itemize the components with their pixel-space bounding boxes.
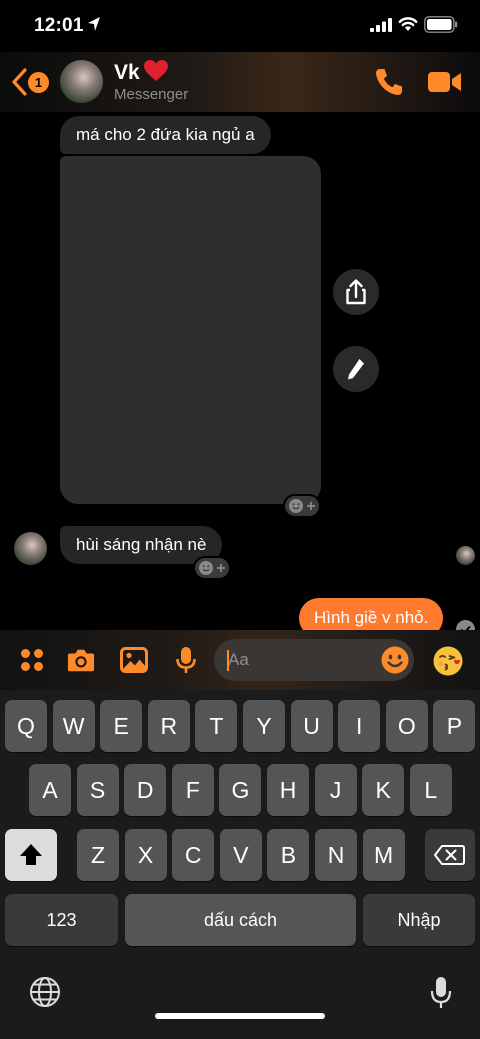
sender-avatar — [14, 532, 47, 565]
key-d[interactable]: D — [124, 764, 167, 816]
location-arrow-icon — [88, 17, 100, 31]
on-screen-keyboard: QWERTYUIOP ASDFGHJKL ZXCVBNM 123 dấu các… — [0, 690, 480, 1039]
message-list[interactable]: má cho 2 đứa kia ngủ a hùi sáng nhận nè — [0, 112, 480, 630]
key-t[interactable]: T — [195, 700, 238, 752]
photo-attachment[interactable] — [60, 156, 321, 504]
contact-avatar[interactable] — [60, 60, 103, 103]
key-s[interactable]: S — [76, 764, 119, 816]
pencil-icon — [348, 359, 364, 380]
seen-receipt-avatar — [456, 546, 475, 565]
share-button[interactable] — [333, 269, 379, 315]
key-h[interactable]: H — [267, 764, 309, 816]
battery-icon — [424, 16, 458, 33]
key-o[interactable]: O — [385, 700, 428, 752]
cellular-signal-icon — [370, 18, 392, 32]
key-e[interactable]: E — [100, 700, 143, 752]
message-input[interactable] — [228, 639, 378, 681]
key-a[interactable]: A — [29, 764, 71, 816]
key-k[interactable]: K — [362, 764, 405, 816]
sent-check-icon — [456, 620, 475, 630]
add-reaction-button[interactable] — [283, 494, 321, 518]
message-composer — [0, 630, 480, 690]
kiss-emoji-icon[interactable] — [432, 645, 464, 677]
key-p[interactable]: P — [433, 700, 476, 752]
numbers-key[interactable]: 123 — [5, 894, 118, 946]
red-heart-icon — [144, 60, 168, 81]
backspace-icon — [434, 845, 465, 865]
emoji-icon[interactable] — [380, 645, 410, 675]
space-key[interactable]: dấu cách — [125, 894, 356, 946]
key-f[interactable]: F — [171, 764, 214, 816]
outgoing-message[interactable]: Hình giề v nhỏ. — [299, 598, 444, 630]
incoming-message[interactable]: má cho 2 đứa kia ngủ a — [60, 116, 271, 154]
key-v[interactable]: V — [219, 829, 262, 881]
key-q[interactable]: Q — [5, 700, 47, 752]
key-c[interactable]: C — [172, 829, 215, 881]
message-input-container[interactable] — [214, 639, 414, 681]
edit-button[interactable] — [333, 346, 379, 392]
key-w[interactable]: W — [52, 700, 95, 752]
chevron-left-icon — [12, 68, 27, 96]
key-z[interactable]: Z — [77, 829, 119, 881]
key-m[interactable]: M — [362, 829, 405, 881]
text-caret — [227, 650, 229, 671]
key-n[interactable]: N — [315, 829, 357, 881]
contact-name[interactable]: Vk — [114, 61, 140, 85]
back-button[interactable]: 1 — [10, 67, 52, 97]
conversation-header: 1 Vk Messenger — [0, 52, 480, 112]
smiley-plus-icon — [289, 499, 315, 513]
shift-key[interactable] — [5, 829, 57, 881]
key-x[interactable]: X — [124, 829, 167, 881]
key-u[interactable]: U — [290, 700, 333, 752]
key-l[interactable]: L — [409, 764, 452, 816]
camera-icon[interactable] — [67, 646, 95, 674]
shift-arrow-icon — [20, 844, 42, 865]
home-indicator[interactable] — [155, 1013, 325, 1019]
phone-call-icon[interactable] — [374, 67, 404, 97]
microphone-icon[interactable] — [172, 646, 200, 674]
add-reaction-button[interactable] — [193, 556, 231, 580]
dictation-microphone-icon[interactable] — [429, 976, 453, 1010]
status-bar: 12:01 — [0, 0, 480, 52]
contact-subtitle: Messenger — [114, 86, 189, 103]
key-i[interactable]: I — [338, 700, 381, 752]
gallery-icon[interactable] — [120, 646, 148, 674]
key-y[interactable]: Y — [243, 700, 285, 752]
key-b[interactable]: B — [267, 829, 310, 881]
apps-icon[interactable] — [18, 646, 46, 674]
globe-icon[interactable] — [29, 976, 61, 1008]
key-j[interactable]: J — [314, 764, 357, 816]
share-icon — [346, 279, 366, 305]
clock: 12:01 — [34, 15, 84, 36]
return-key[interactable]: Nhập — [363, 894, 475, 946]
video-call-icon[interactable] — [428, 70, 462, 94]
backspace-key[interactable] — [425, 829, 475, 881]
wifi-icon — [398, 17, 418, 31]
key-g[interactable]: G — [219, 764, 262, 816]
smiley-plus-icon — [199, 561, 225, 575]
unread-count-badge: 1 — [28, 72, 49, 93]
key-r[interactable]: R — [147, 700, 190, 752]
